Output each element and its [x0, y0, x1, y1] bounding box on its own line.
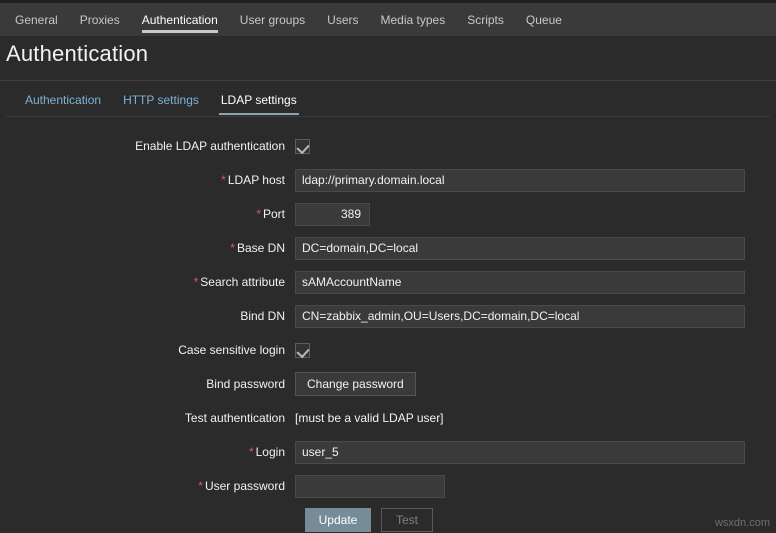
authentication-page: General Proxies Authentication User grou… [0, 0, 776, 533]
label-text: Search attribute [200, 275, 285, 289]
test-authentication-label: Test authentication [184, 411, 285, 425]
form-row-search-attribute: * Search attribute [6, 265, 770, 299]
change-password-button[interactable]: Change password [295, 372, 416, 396]
tab-divider [6, 116, 770, 117]
form-row-test-authentication: Test authentication [must be a valid LDA… [6, 401, 770, 435]
enable-ldap-label: Enable LDAP authentication [135, 139, 285, 153]
nav-item-users[interactable]: Users [316, 3, 369, 36]
form-row-ldap-host: * LDAP host [6, 163, 770, 197]
required-marker: * [198, 479, 203, 493]
form-row-bind-password: Bind password Change password [6, 367, 770, 401]
enable-ldap-checkbox[interactable] [295, 138, 310, 154]
nav-item-label: Proxies [79, 12, 120, 27]
base-dn-field [295, 236, 745, 260]
form-row-login: * Login [6, 435, 770, 469]
case-sensitive-checkbox[interactable] [295, 342, 310, 358]
base-dn-label: * Base DN [6, 241, 295, 255]
tab-http-settings[interactable]: HTTP settings [112, 93, 210, 115]
search-attribute-field [295, 270, 745, 294]
nav-item-label: User groups [239, 12, 306, 27]
update-button[interactable]: Update [305, 508, 371, 532]
nav-item-label: General [15, 12, 58, 27]
form-row-port: * Port [6, 197, 770, 231]
settings-tab-bar: Authentication HTTP settings LDAP settin… [6, 85, 770, 115]
nav-item-scripts[interactable]: Scripts [456, 3, 515, 36]
test-button: Test [381, 508, 433, 532]
tab-ldap-settings[interactable]: LDAP settings [210, 93, 308, 115]
user-password-field [295, 474, 445, 498]
nav-item-media-types[interactable]: Media types [370, 3, 457, 36]
label-text: Base DN [236, 241, 285, 255]
form-row-enable-ldap: Enable LDAP authentication [6, 129, 770, 163]
nav-item-label: Users [327, 12, 359, 27]
nav-item-proxies[interactable]: Proxies [69, 3, 131, 36]
test-authentication-hint: [must be a valid LDAP user] [295, 411, 444, 425]
port-input[interactable] [295, 202, 370, 226]
port-field [295, 202, 370, 226]
nav-item-label: Scripts [467, 12, 504, 27]
watermark: wsxdn.com [714, 517, 770, 529]
login-field [295, 440, 745, 464]
tab-authentication[interactable]: Authentication [14, 93, 112, 115]
title-divider [0, 80, 776, 81]
page-title: Authentication [6, 41, 149, 66]
nav-item-queue[interactable]: Queue [515, 3, 573, 36]
port-label: * Port [6, 207, 295, 221]
search-attribute-label: * Search attribute [6, 275, 295, 289]
login-label: * Login [6, 445, 295, 459]
nav-item-user-groups[interactable]: User groups [229, 3, 316, 36]
nav-item-label: Queue [525, 12, 562, 27]
bind-dn-label: Bind DN [240, 309, 285, 323]
user-password-label: * User password [6, 479, 295, 493]
ldap-host-field [295, 168, 745, 192]
nav-item-authentication[interactable]: Authentication [131, 3, 229, 36]
form-row-case-sensitive: Case sensitive login [6, 333, 770, 367]
enable-ldap-field [295, 138, 310, 154]
required-marker: * [248, 445, 254, 459]
ldap-host-label: * LDAP host [6, 173, 295, 187]
base-dn-input[interactable] [295, 236, 745, 260]
bind-password-label: Bind password [206, 377, 285, 391]
search-attribute-input[interactable] [295, 270, 745, 294]
bind-dn-input[interactable] [295, 304, 745, 328]
main-navigation-bar: General Proxies Authentication User grou… [0, 3, 776, 36]
ldap-settings-panel: Authentication HTTP settings LDAP settin… [6, 85, 770, 533]
required-marker: * [221, 173, 226, 187]
ldap-host-input[interactable] [295, 168, 745, 192]
form-row-bind-dn: Bind DN [6, 299, 770, 333]
nav-item-label: Media types [380, 12, 446, 27]
tab-label: LDAP settings [220, 93, 297, 107]
nav-item-label: Authentication [141, 12, 218, 27]
case-sensitive-field [295, 342, 310, 358]
label-text: LDAP host [227, 173, 285, 187]
bind-password-field: Change password [295, 372, 416, 396]
nav-item-general[interactable]: General [4, 3, 69, 36]
form-row-user-password: * User password [6, 469, 770, 503]
form-row-base-dn: * Base DN [6, 231, 770, 265]
case-sensitive-label: Case sensitive login [178, 343, 285, 357]
tab-label: HTTP settings [123, 93, 199, 107]
bind-dn-field [295, 304, 745, 328]
test-authentication-hint-field: [must be a valid LDAP user] [295, 411, 444, 425]
required-marker: * [230, 241, 235, 255]
required-marker: * [256, 207, 261, 221]
required-marker: * [193, 275, 199, 289]
label-text: Port [262, 207, 285, 221]
label-text: User password [204, 479, 285, 493]
form-actions: Update Test [6, 503, 770, 533]
ldap-settings-form: Enable LDAP authentication *LDAP host *P… [6, 129, 770, 533]
tab-label: Authentication [25, 93, 102, 107]
login-input[interactable] [295, 440, 745, 464]
label-text: Login [255, 445, 285, 459]
user-password-input[interactable] [295, 474, 445, 498]
